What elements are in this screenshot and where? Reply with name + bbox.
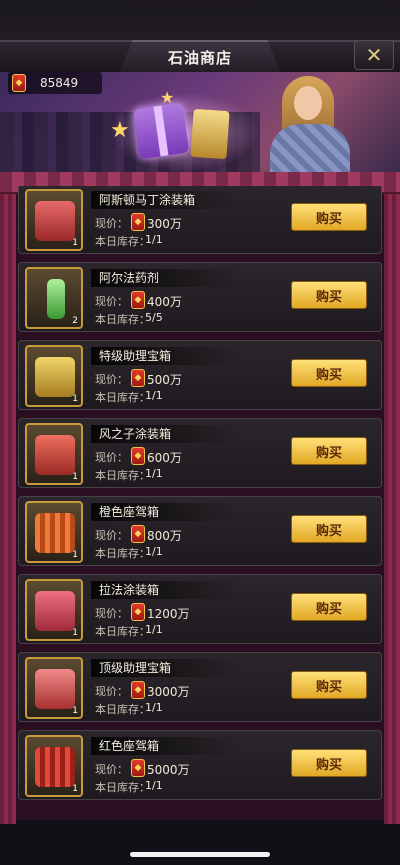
oil-token-icon: ◆	[131, 447, 145, 465]
buy-button[interactable]: 购买	[291, 437, 367, 465]
item-name: 顶级助理宝箱	[99, 661, 172, 675]
price-label: 现价：	[95, 295, 128, 308]
price-label: 现价：	[95, 529, 128, 542]
item-price: 500万	[147, 373, 182, 387]
shop-item-row: 1 顶级助理宝箱 现价： ◆ 3000万 本日库存： 1/1 购买	[18, 652, 382, 722]
item-name: 橙色座驾箱	[99, 505, 160, 519]
buy-button[interactable]: 购买	[291, 749, 367, 777]
item-stock: 1/1	[145, 545, 163, 558]
item-name: 红色座驾箱	[99, 739, 160, 753]
treasure-chest-icon	[35, 669, 75, 709]
item-name: 拉法涂装箱	[99, 583, 160, 597]
close-button[interactable]: ✕	[354, 40, 394, 70]
shop-item-row: 2 阿尔法药剂 现价： ◆ 400万 本日库存： 5/5 购买	[18, 262, 382, 332]
assistant-character	[260, 72, 360, 172]
item-name: 风之子涂装箱	[99, 427, 172, 441]
paint-box-icon	[35, 591, 75, 631]
item-thumbnail: 1	[25, 423, 83, 485]
item-price: 3000万	[147, 685, 190, 699]
oil-token-icon: ◆	[131, 525, 145, 543]
oil-token-icon: ◆	[131, 213, 145, 231]
item-price: 800万	[147, 529, 182, 543]
buy-button[interactable]: 购买	[291, 515, 367, 543]
price-label: 现价：	[95, 217, 128, 230]
left-curtain	[0, 172, 16, 824]
currency-display: ◆ 85849	[8, 72, 102, 94]
item-thumbnail: 1	[25, 657, 83, 719]
item-thumbnail: 1	[25, 345, 83, 407]
stock-label: 本日库存：	[95, 703, 150, 716]
stock-label: 本日库存：	[95, 469, 150, 482]
item-thumbnail: 1	[25, 501, 83, 563]
shop-title-plate: 石油商店	[120, 40, 280, 72]
buy-button[interactable]: 购买	[291, 671, 367, 699]
oil-token-icon: ◆	[131, 369, 145, 387]
item-name: 特级助理宝箱	[99, 349, 172, 363]
item-stock: 1/1	[145, 623, 163, 636]
oil-token-icon: ◆	[12, 74, 26, 92]
vehicle-crate-icon	[35, 513, 75, 553]
oil-token-icon: ◆	[131, 291, 145, 309]
item-stock: 1/1	[145, 701, 163, 714]
gold-card-icon	[190, 108, 230, 160]
potion-vial-icon	[47, 279, 65, 319]
home-indicator[interactable]	[130, 852, 270, 857]
item-name: 阿斯顿马丁涂装箱	[99, 193, 196, 207]
stock-label: 本日库存：	[95, 235, 150, 248]
stock-label: 本日库存：	[95, 625, 150, 638]
item-price: 600万	[147, 451, 182, 465]
oil-token-icon: ◆	[131, 603, 145, 621]
shop-item-list[interactable]: 1 阿斯顿马丁涂装箱 现价： ◆ 300万 本日库存： 1/1 购买 2 阿尔法…	[18, 186, 382, 806]
shop-item-row: 1 特级助理宝箱 现价： ◆ 500万 本日库存： 1/1 购买	[18, 340, 382, 410]
buy-button[interactable]: 购买	[291, 281, 367, 309]
shop-item-row: 1 拉法涂装箱 现价： ◆ 1200万 本日库存： 1/1 购买	[18, 574, 382, 644]
item-stock: 1/1	[145, 467, 163, 480]
treasure-chest-icon	[35, 357, 75, 397]
oil-token-icon: ◆	[131, 681, 145, 699]
stock-label: 本日库存：	[95, 547, 150, 560]
price-label: 现价：	[95, 685, 128, 698]
price-label: 现价：	[95, 373, 128, 386]
stock-label: 本日库存：	[95, 781, 150, 794]
close-icon: ✕	[365, 43, 383, 67]
item-stock: 1/1	[145, 233, 163, 246]
right-curtain	[384, 172, 400, 824]
buy-button[interactable]: 购买	[291, 593, 367, 621]
bottom-bar	[0, 820, 400, 865]
item-price: 300万	[147, 217, 182, 231]
price-label: 现价：	[95, 607, 128, 620]
gift-box-icon	[132, 102, 190, 160]
page-title: 石油商店	[167, 48, 232, 67]
item-price: 400万	[147, 295, 182, 309]
paint-box-icon	[35, 435, 75, 475]
currency-amount: 85849	[40, 76, 79, 90]
item-thumbnail: 2	[25, 267, 83, 329]
item-price: 5000万	[147, 763, 190, 777]
star-icon: ★	[110, 118, 130, 143]
oil-token-icon: ◆	[131, 759, 145, 777]
shop-item-row: 1 红色座驾箱 现价： ◆ 5000万 本日库存： 1/1 购买	[18, 730, 382, 800]
item-price: 1200万	[147, 607, 190, 621]
item-stock: 5/5	[145, 311, 163, 324]
shop-item-row: 1 阿斯顿马丁涂装箱 现价： ◆ 300万 本日库存： 1/1 购买	[18, 186, 382, 254]
item-stock: 1/1	[145, 389, 163, 402]
buy-button[interactable]: 购买	[291, 359, 367, 387]
shop-item-row: 1 橙色座驾箱 现价： ◆ 800万 本日库存： 1/1 购买	[18, 496, 382, 566]
buy-button[interactable]: 购买	[291, 203, 367, 231]
shop-item-row: 1 风之子涂装箱 现价： ◆ 600万 本日库存： 1/1 购买	[18, 418, 382, 488]
price-label: 现价：	[95, 763, 128, 776]
item-name: 阿尔法药剂	[99, 271, 160, 285]
item-stock: 1/1	[145, 779, 163, 792]
item-thumbnail: 1	[25, 579, 83, 641]
price-label: 现价：	[95, 451, 128, 464]
item-thumbnail: 1	[25, 189, 83, 251]
vehicle-crate-icon	[35, 747, 75, 787]
stock-label: 本日库存：	[95, 391, 150, 404]
item-thumbnail: 1	[25, 735, 83, 797]
paint-box-icon	[35, 201, 75, 241]
stock-label: 本日库存：	[95, 313, 150, 326]
